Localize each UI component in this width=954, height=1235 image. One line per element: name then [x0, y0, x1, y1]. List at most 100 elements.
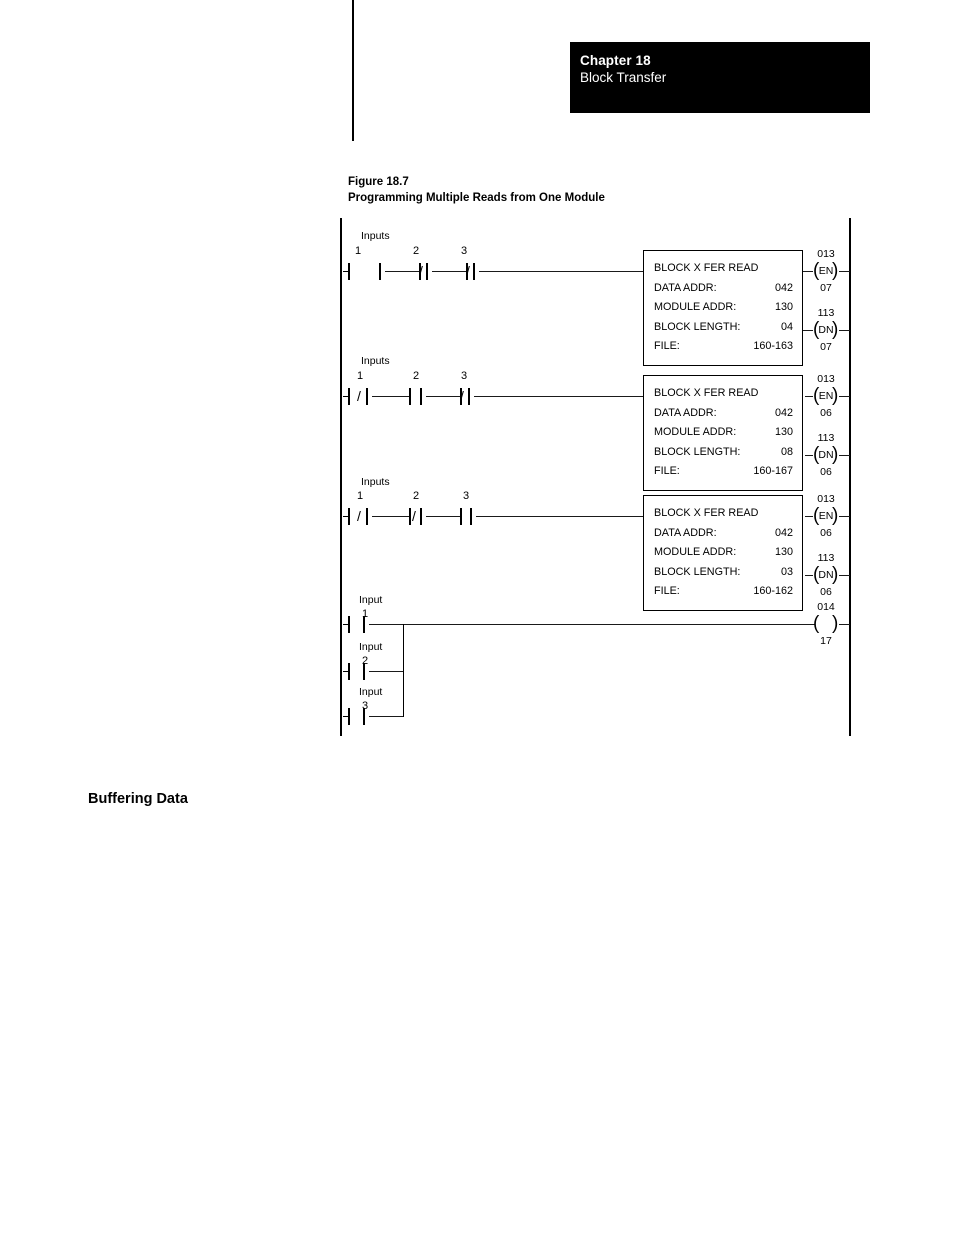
- block-transfer-read-instruction[interactable]: BLOCK X FER READ DATA ADDR: 042 MODULE A…: [643, 250, 803, 366]
- block-row-label: FILE:: [654, 585, 680, 597]
- contact-label: 2: [413, 490, 420, 502]
- coil-wire: [839, 330, 850, 332]
- contact-nc-slash-icon: /: [412, 508, 416, 524]
- block-row-label: FILE:: [654, 465, 680, 477]
- block-title: BLOCK X FER READ: [654, 262, 759, 274]
- coil-address-top: 013: [817, 248, 835, 260]
- branch-group-label: Input: [359, 594, 383, 606]
- coil-wire: [803, 330, 813, 332]
- coil-wire: [839, 516, 850, 518]
- contact-label: 1: [357, 370, 364, 382]
- block-row: FILE: 160-162: [654, 582, 793, 602]
- contact-label: 1: [355, 245, 362, 257]
- contact-nc-slash-icon: /: [460, 388, 464, 404]
- coil-address-bottom: 17: [820, 635, 832, 647]
- block-row-label: MODULE ADDR:: [654, 546, 737, 558]
- contact-label: 3: [463, 490, 470, 502]
- coil-en[interactable]: 013 () EN 06: [813, 373, 839, 419]
- block-transfer-read-instruction[interactable]: BLOCK X FER READ DATA ADDR: 042 MODULE A…: [643, 375, 803, 491]
- coil-address-top: 013: [817, 373, 835, 385]
- contact-no-icon[interactable]: [343, 263, 361, 280]
- coil-name: EN: [818, 265, 834, 277]
- coil-wire: [805, 455, 813, 457]
- block-row-label: MODULE ADDR:: [654, 426, 737, 438]
- block-row: BLOCK LENGTH: 03: [654, 563, 793, 583]
- block-row: BLOCK LENGTH: 04: [654, 318, 793, 338]
- block-row-value: 042: [774, 526, 793, 539]
- branch-rung-wire: [369, 624, 815, 626]
- block-row: FILE: 160-163: [654, 337, 793, 357]
- page-margin-rule: [352, 0, 354, 141]
- block-row: DATA ADDR: 042: [654, 279, 793, 299]
- block-row-label: BLOCK LENGTH:: [654, 320, 741, 333]
- block-row-value: 04: [780, 320, 793, 333]
- contact-no-icon[interactable]: [343, 708, 361, 725]
- block-row-value: 130: [774, 546, 793, 558]
- coil-address-bottom: 06: [820, 527, 832, 539]
- figure-caption: Figure 18.7 Programming Multiple Reads f…: [348, 175, 768, 206]
- block-row: DATA ADDR: 042: [654, 524, 793, 544]
- block-row-label: FILE:: [654, 340, 680, 352]
- contact-nc-slash-icon: /: [466, 263, 470, 279]
- block-row: MODULE ADDR: 130: [654, 298, 793, 318]
- contact-nc-icon[interactable]: [449, 508, 462, 525]
- coil-wire: [839, 575, 850, 577]
- coil-dn[interactable]: 113 () DN 07: [813, 307, 839, 353]
- branch-connector-vertical: [403, 624, 405, 717]
- coil-address-bottom: 07: [820, 282, 832, 294]
- block-row-label: DATA ADDR:: [654, 281, 717, 294]
- coil-wire: [803, 271, 813, 273]
- block-row-value: 130: [774, 426, 793, 438]
- contact-no-icon[interactable]: [343, 663, 361, 680]
- contact-nc-icon[interactable]: [398, 388, 411, 405]
- coil-address-bottom: 06: [820, 407, 832, 419]
- coil-dn[interactable]: 113 () DN 06: [813, 552, 839, 598]
- coil-name: EN: [818, 390, 834, 402]
- block-row: FILE: 160-167: [654, 462, 793, 482]
- coil-dn[interactable]: 113 () DN 06: [813, 432, 839, 478]
- block-row: MODULE ADDR: 130: [654, 543, 793, 563]
- contact-label: 2: [413, 370, 420, 382]
- rung-group-label: Inputs: [361, 355, 390, 367]
- contact-nc-slash-icon: /: [357, 388, 361, 404]
- coil-name: EN: [818, 510, 834, 522]
- block-title: BLOCK X FER READ: [654, 507, 759, 519]
- rung-wire-to-block: [474, 396, 643, 398]
- block-row-label: MODULE ADDR:: [654, 301, 737, 313]
- contact-nc-slash-icon: /: [419, 263, 423, 279]
- coil-wire: [805, 575, 813, 577]
- figure-title: Programming Multiple Reads from One Modu…: [348, 191, 605, 204]
- coil-address-bottom: 07: [820, 341, 832, 353]
- coil-output[interactable]: 014 () 17: [813, 601, 839, 647]
- coil-address-top: 013: [817, 493, 835, 505]
- block-row-label: DATA ADDR:: [654, 526, 717, 539]
- block-row-value: 042: [774, 406, 793, 419]
- block-row-label: DATA ADDR:: [654, 406, 717, 419]
- coil-name: DN: [818, 324, 834, 336]
- branch-rung-wire: [369, 671, 404, 673]
- contact-label: 3: [461, 245, 468, 257]
- branch-group-label: Input: [359, 641, 383, 653]
- figure-number: Figure 18.7: [348, 176, 409, 188]
- block-row-value: 160-163: [753, 340, 793, 352]
- block-row: MODULE ADDR: 130: [654, 423, 793, 443]
- contact-no-icon[interactable]: [343, 616, 361, 633]
- block-transfer-read-instruction[interactable]: BLOCK X FER READ DATA ADDR: 042 MODULE A…: [643, 495, 803, 611]
- coil-wire: [839, 396, 850, 398]
- coil-wire: [805, 516, 813, 518]
- block-row-label: BLOCK LENGTH:: [654, 445, 741, 458]
- block-row-value: 160-167: [753, 465, 793, 477]
- contact-nc-icon[interactable]: [398, 508, 411, 525]
- coil-en[interactable]: 013 () EN 07: [813, 248, 839, 294]
- block-row-value: 03: [780, 565, 793, 578]
- contact-label: 1: [357, 490, 364, 502]
- coil-address-top: 014: [817, 601, 835, 613]
- block-row-value: 042: [774, 281, 793, 294]
- block-row: DATA ADDR: 042: [654, 404, 793, 424]
- coil-wire: [839, 455, 850, 457]
- branch-group-label: Input: [359, 686, 383, 698]
- coil-name: DN: [818, 569, 834, 581]
- coil-en[interactable]: 013 () EN 06: [813, 493, 839, 539]
- chapter-header-bar: Chapter 18 Block Transfer: [570, 42, 870, 113]
- coil-address-top: 113: [817, 307, 835, 319]
